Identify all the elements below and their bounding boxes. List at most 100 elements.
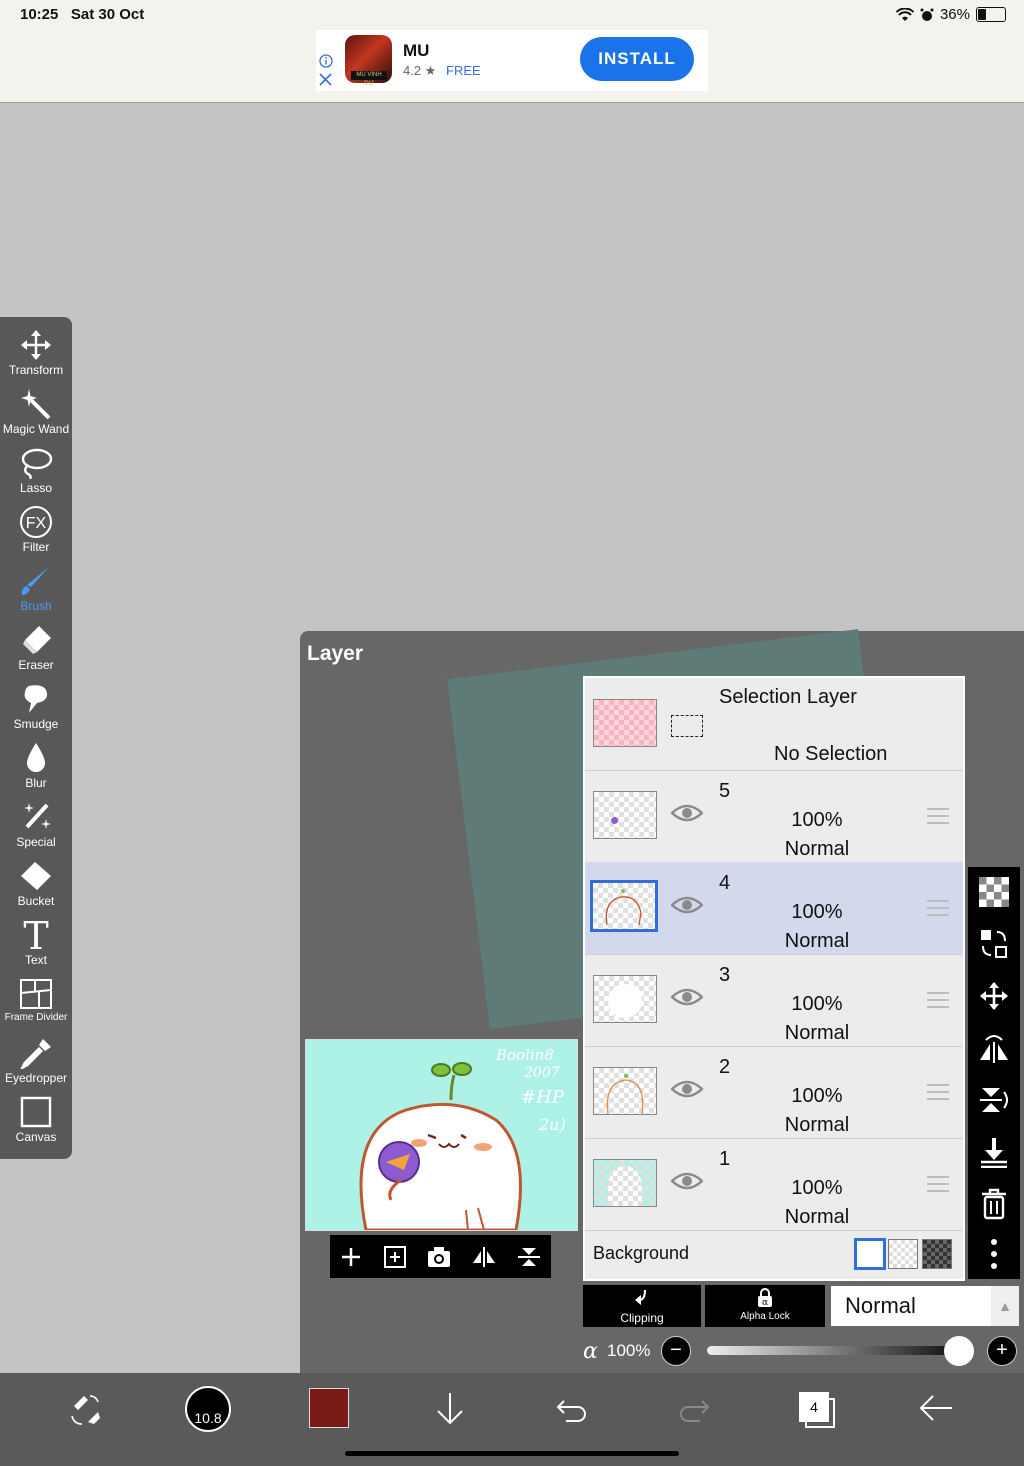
visibility-eye-icon[interactable] (671, 1171, 703, 1191)
layer-row-4[interactable]: 4 100% Normal (585, 862, 963, 955)
svg-text:2007: 2007 (523, 1065, 560, 1081)
alarm-icon (920, 8, 934, 21)
layer-count: 4 (799, 1392, 829, 1422)
redo-icon[interactable] (678, 1395, 710, 1423)
selection-layer-row[interactable]: Selection Layer No Selection (585, 678, 963, 771)
tool-magic-wand[interactable]: Magic Wand (0, 388, 72, 444)
selection-status: No Selection (774, 743, 888, 765)
flip-vertical-icon (980, 1088, 1008, 1112)
clipping-button[interactable]: Clipping (583, 1285, 701, 1327)
tool-text[interactable]: T Text (0, 919, 72, 975)
checker-pattern-button[interactable] (968, 870, 1020, 914)
selection-marquee-icon (671, 715, 703, 737)
tool-bucket[interactable]: Bucket (0, 860, 72, 916)
ad-install-button[interactable]: INSTALL (580, 37, 694, 81)
transform-layer-button[interactable] (968, 922, 1020, 966)
visibility-eye-icon[interactable] (671, 987, 703, 1007)
canvas-preview[interactable]: Boolin8 2007 #HP 2u) (305, 1039, 578, 1232)
tool-lasso[interactable]: Lasso (0, 447, 72, 503)
tool-brush[interactable]: Brush (0, 565, 72, 621)
layer-row-5[interactable]: 5 100% Normal (585, 770, 963, 863)
layer-row-3[interactable]: 3 100% Normal (585, 954, 963, 1047)
back-arrow-icon[interactable] (918, 1393, 954, 1423)
close-icon[interactable] (319, 73, 332, 86)
move-arrows-icon (21, 330, 51, 360)
swap-layer-icon (981, 930, 1007, 958)
background-dark-swatch[interactable] (922, 1239, 952, 1269)
magic-wand-icon (21, 389, 51, 420)
blend-mode-dropdown-icon[interactable]: ▲ (991, 1286, 1019, 1326)
clipping-label: Clipping (620, 1311, 664, 1325)
layer-blend-mode: Normal (784, 1206, 850, 1228)
tool-eyedropper[interactable]: Eyedropper (0, 1037, 72, 1093)
checker-icon (979, 877, 1009, 907)
tool-special[interactable]: Special (0, 801, 72, 857)
layer-number: 4 (719, 872, 731, 894)
camera-icon[interactable] (426, 1245, 452, 1269)
flip-horizontal-button[interactable] (968, 1026, 1020, 1070)
visibility-eye-icon[interactable] (671, 803, 703, 823)
add-layer-copy-icon[interactable] (382, 1244, 408, 1270)
background-row[interactable]: Background (585, 1231, 963, 1279)
info-icon[interactable] (319, 54, 333, 68)
brush-size-button[interactable]: 10.8 (185, 1386, 231, 1432)
tool-filter[interactable]: FX Filter (0, 506, 72, 562)
visibility-eye-icon[interactable] (671, 895, 703, 915)
status-bar (0, 0, 1024, 30)
layer-blend-mode: Normal (784, 1022, 850, 1044)
lasso-icon (21, 448, 53, 479)
tool-frame-divider[interactable]: Frame Divider (0, 978, 72, 1034)
delete-layer-button[interactable] (968, 1182, 1020, 1226)
add-layer-icon[interactable] (339, 1245, 363, 1269)
svg-text:α: α (762, 1298, 768, 1308)
svg-text:FX: FX (26, 515, 47, 532)
modify-tool-icon[interactable] (68, 1392, 104, 1428)
more-options-button[interactable] (968, 1232, 1020, 1276)
brush-icon (21, 567, 49, 595)
status-time: 10:25 Sat 30 Oct (20, 6, 145, 23)
alpha-symbol: α (583, 1339, 598, 1364)
drag-handle-icon[interactable] (927, 900, 949, 916)
layer-blend-mode: Normal (784, 930, 850, 952)
ad-price: FREE (446, 63, 481, 78)
layer-row-2[interactable]: 2 100% Normal (585, 1046, 963, 1139)
move-layer-button[interactable] (968, 974, 1020, 1018)
sparkle-brush-icon (24, 803, 51, 829)
opacity-slider-track[interactable] (707, 1346, 957, 1355)
color-swatch-button[interactable] (309, 1388, 349, 1428)
layer-opacity: 100% (791, 901, 843, 923)
selection-layer-thumbnail (593, 699, 657, 747)
opacity-increase-button[interactable]: + (987, 1336, 1017, 1366)
layers-count-button[interactable]: 4 (799, 1392, 835, 1428)
drag-handle-icon[interactable] (927, 1084, 949, 1100)
tool-smudge[interactable]: Smudge (0, 683, 72, 739)
brush-size-value: 10.8 (194, 1410, 222, 1426)
visibility-eye-icon[interactable] (671, 1079, 703, 1099)
tool-transform[interactable]: Transform (0, 329, 72, 385)
drag-handle-icon[interactable] (927, 808, 949, 824)
arrow-down-icon[interactable] (435, 1391, 465, 1427)
flip-vertical-button[interactable] (968, 1078, 1020, 1122)
layer-4-thumbnail (590, 880, 658, 932)
drag-handle-icon[interactable] (927, 992, 949, 1008)
flip-horizontal-icon[interactable] (471, 1245, 497, 1269)
alpha-lock-button[interactable]: α Alpha Lock (705, 1285, 825, 1327)
flip-vertical-icon[interactable] (516, 1245, 542, 1269)
tool-eraser[interactable]: Eraser (0, 624, 72, 680)
layer-row-1[interactable]: 1 100% Normal (585, 1138, 963, 1231)
opacity-slider-knob[interactable] (944, 1336, 974, 1366)
trash-icon (982, 1188, 1006, 1220)
clipping-arrow-icon (635, 1289, 646, 1305)
undo-icon[interactable] (556, 1395, 588, 1423)
tool-blur[interactable]: Blur (0, 742, 72, 798)
layer-blend-mode: Normal (784, 838, 850, 860)
layer-number: 1 (719, 1148, 731, 1170)
background-white-swatch[interactable] (854, 1238, 886, 1270)
drag-handle-icon[interactable] (927, 1176, 949, 1192)
flip-horizontal-icon (980, 1035, 1008, 1063)
merge-down-button[interactable] (968, 1130, 1020, 1174)
opacity-decrease-button[interactable]: − (661, 1336, 691, 1366)
background-transparent-swatch[interactable] (888, 1239, 918, 1269)
tool-canvas[interactable]: Canvas (0, 1096, 72, 1152)
blend-mode-select[interactable]: Normal (831, 1286, 991, 1326)
